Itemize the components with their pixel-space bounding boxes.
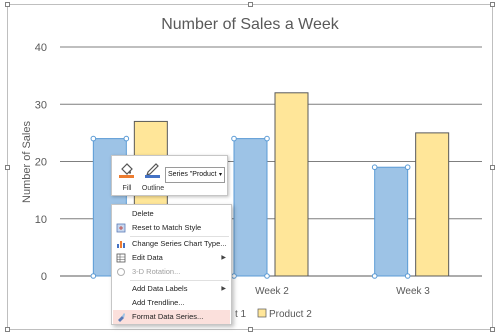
y-tick-label: 0 <box>41 271 47 283</box>
selection-handle[interactable] <box>123 135 130 142</box>
menu-item-reset-style-label: Reset to Match Style <box>132 223 202 232</box>
outline-button[interactable]: Outline <box>141 159 165 193</box>
menu-item-delete[interactable]: Delete <box>113 207 230 221</box>
outline-label: Outline <box>141 185 165 192</box>
selection-handle[interactable] <box>404 164 411 171</box>
chart-title[interactable]: Number of Sales a Week <box>161 16 340 33</box>
format-mini-toolbar: Fill Outline Series "Product ▾ <box>111 155 228 196</box>
menu-item-add-trendline-label: Add Trendline... <box>132 298 185 307</box>
submenu-arrow-icon: ▶ <box>221 255 226 261</box>
selection-handle[interactable] <box>371 164 378 171</box>
menu-item-add-data-labels[interactable]: Add Data Labels ▶ <box>113 282 230 296</box>
edit-data-icon <box>116 253 126 263</box>
chevron-down-icon: ▾ <box>218 172 222 178</box>
y-tick-label: 40 <box>35 42 47 54</box>
bar-product-1-week-3[interactable] <box>374 166 409 277</box>
pen-outline-icon <box>145 163 160 178</box>
format-series-icon <box>118 313 125 322</box>
fill-label: Fill <box>122 185 132 192</box>
menu-item-3d-rotation: 3-D Rotation... <box>113 265 230 279</box>
menu-separator <box>130 280 229 281</box>
menu-item-change-chart-type[interactable]: Change Series Chart Type... <box>113 237 230 251</box>
menu-item-add-trendline[interactable]: Add Trendline... <box>113 296 230 310</box>
selection-handle[interactable] <box>231 135 237 142</box>
series-selector-value: Series "Product <box>168 171 217 178</box>
bar-product-2-week-3[interactable] <box>415 132 450 277</box>
selection-handle[interactable] <box>404 273 411 279</box>
selection-handle[interactable] <box>371 273 378 279</box>
x-tick-label-week-2: Week 2 <box>255 286 289 297</box>
y-axis-title[interactable]: Number of Sales <box>21 121 33 203</box>
bar-product-1-week-2[interactable] <box>233 138 268 277</box>
legend[interactable]: t 1 Product 2 <box>235 308 312 320</box>
menu-item-edit-data-label: Edit Data <box>132 253 163 262</box>
y-tick-label: 30 <box>35 99 47 111</box>
y-tick-label: 10 <box>35 214 47 226</box>
menu-item-change-chart-type-label: Change Series Chart Type... <box>132 239 227 248</box>
legend-label-product-1: t 1 <box>235 309 247 320</box>
legend-label-product-2: Product 2 <box>269 309 312 320</box>
menu-item-add-data-labels-label: Add Data Labels <box>132 284 188 293</box>
sales-chart: Number of Sales a Week Number of Sales 0… <box>21 16 482 320</box>
context-menu: Delete Reset to Match Style Change Serie… <box>111 204 232 325</box>
bar-product-2-week-2[interactable] <box>274 92 309 277</box>
y-tick-label: 20 <box>35 157 47 169</box>
selection-handle[interactable] <box>90 135 97 142</box>
selection-handle[interactable] <box>264 135 270 142</box>
menu-item-edit-data[interactable]: Edit Data ▶ <box>113 251 230 265</box>
selection-handle[interactable] <box>231 273 237 279</box>
rotation-icon <box>117 268 125 276</box>
selection-handle[interactable] <box>90 273 97 279</box>
reset-style-icon <box>116 223 126 233</box>
chart-type-icon <box>117 241 125 248</box>
menu-item-format-data-series-label: Format Data Series... <box>132 312 204 321</box>
x-tick-label-week-3: Week 3 <box>396 286 430 297</box>
submenu-arrow-icon: ▶ <box>221 286 226 292</box>
fill-button[interactable]: Fill <box>115 159 139 193</box>
series-selector-dropdown[interactable]: Series "Product ▾ <box>165 167 225 183</box>
selection-handle[interactable] <box>264 273 270 279</box>
menu-item-reset-style[interactable]: Reset to Match Style <box>113 221 230 235</box>
menu-item-3d-rotation-label: 3-D Rotation... <box>132 267 181 276</box>
menu-item-format-data-series[interactable]: Format Data Series... <box>113 310 230 324</box>
menu-item-delete-label: Delete <box>132 209 154 218</box>
paint-bucket-icon <box>119 163 134 178</box>
legend-swatch-product-2 <box>257 308 267 318</box>
